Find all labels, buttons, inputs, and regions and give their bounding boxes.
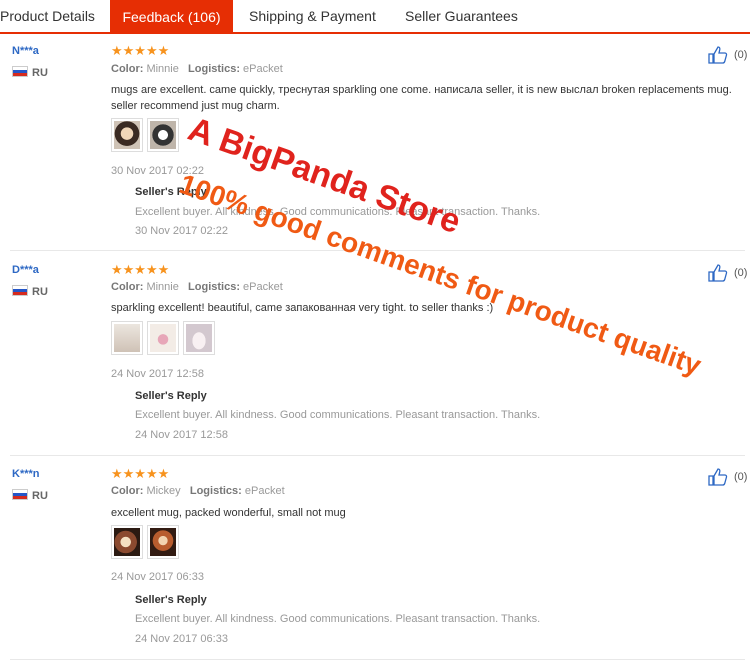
review-photo[interactable]: [111, 525, 143, 559]
reviewer-country: RU: [12, 489, 48, 502]
color-label: Color:: [111, 485, 144, 497]
star-rating: ★★★★★: [111, 466, 170, 481]
seller-reply-title: Seller's Reply: [135, 594, 207, 606]
review-comment: excellent mug, packed wonderful, small n…: [111, 507, 346, 519]
helpful-button[interactable]: (0): [708, 468, 747, 486]
seller-reply-text: Excellent buyer. All kindness. Good comm…: [135, 613, 541, 625]
review-date: 24 Nov 2017 06:33: [111, 571, 204, 583]
reviewer-name[interactable]: K***n: [12, 468, 40, 480]
review-photo[interactable]: [147, 525, 179, 559]
helpful-count: (0): [734, 471, 748, 483]
divider: [10, 659, 745, 660]
order-attributes: Color: Mickey Logistics: ePacket: [111, 485, 285, 497]
seller-reply-date: 24 Nov 2017 06:33: [135, 633, 228, 645]
flag-icon: [12, 489, 28, 500]
color-value: Mickey: [146, 485, 181, 497]
review-photos: [111, 525, 179, 559]
logistics-label: Logistics:: [189, 485, 242, 497]
thumbs-up-icon: [708, 468, 728, 486]
logistics-value: ePacket: [244, 485, 285, 497]
country-code: RU: [32, 490, 48, 502]
